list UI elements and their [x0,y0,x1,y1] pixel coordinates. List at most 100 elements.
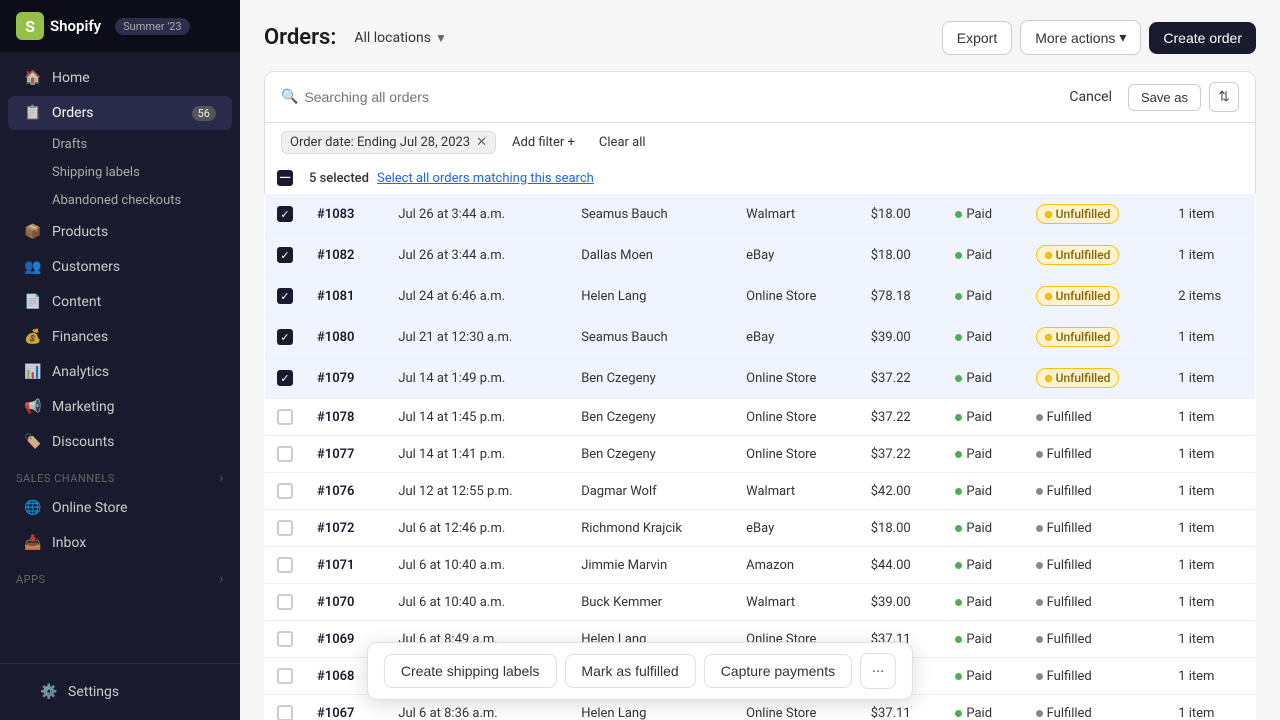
row-checkbox[interactable] [277,409,293,425]
sidebar-item-home[interactable]: 🏠 Home [8,61,232,95]
export-button[interactable]: Export [942,21,1012,55]
sidebar-item-analytics[interactable]: 📊 Analytics [8,355,232,389]
order-number[interactable]: #1079 [317,371,354,386]
order-number[interactable]: #1071 [317,558,354,573]
fulfillment-badge: Unfulfilled [1036,368,1120,388]
row-checkbox[interactable] [277,594,293,610]
sidebar-item-online-store[interactable]: 🌐 Online Store [8,491,232,525]
sidebar-item-orders[interactable]: 📋 Orders 56 [8,96,232,130]
row-checkbox[interactable] [277,446,293,462]
page-content: Orders: All locations ▼ Export More acti… [240,0,1280,720]
sidebar-item-products[interactable]: 📦 Products [8,215,232,249]
order-number[interactable]: #1067 [317,706,354,720]
expand-icon[interactable]: › [219,470,224,486]
row-checkbox[interactable]: ✓ [277,206,293,222]
sort-button[interactable]: ⇅ [1209,82,1239,112]
payment-dot [955,636,962,643]
order-number[interactable]: #1072 [317,521,354,536]
save-as-button[interactable]: Save as [1128,84,1201,111]
sidebar-item-marketing[interactable]: 📢 Marketing [8,390,232,424]
order-items: 1 item [1166,399,1255,436]
search-input[interactable] [304,89,1061,105]
sidebar-item-inbox[interactable]: 📥 Inbox [8,526,232,560]
order-number[interactable]: #1076 [317,484,354,499]
order-channel: Online Store [734,358,859,399]
row-checkbox[interactable] [277,668,293,684]
sidebar-item-customers-label: Customers [52,259,120,275]
sidebar-item-customers[interactable]: 👥 Customers [8,250,232,284]
order-number[interactable]: #1077 [317,447,354,462]
order-date: Jul 12 at 12:55 p.m. [386,473,569,510]
header-actions: Export More actions ▾ Create order [942,20,1256,55]
order-fulfillment: Fulfilled [1024,399,1167,436]
add-filter-button[interactable]: Add filter + [504,132,583,153]
order-date: Jul 14 at 1:41 p.m. [386,436,569,473]
orders-badge: 56 [192,106,216,121]
payment-dot [955,293,962,300]
more-actions-bottom-button[interactable]: ··· [860,653,896,689]
search-actions: Cancel Save as ⇅ [1061,82,1239,112]
row-checkbox[interactable] [277,557,293,573]
fulfilled-dot [1036,488,1043,495]
sidebar-item-home-label: Home [52,70,90,86]
row-checkbox[interactable]: ✓ [277,288,293,304]
sidebar-item-content[interactable]: 📄 Content [8,285,232,319]
order-number[interactable]: #1068 [317,669,354,684]
cancel-button[interactable]: Cancel [1061,85,1120,109]
row-checkbox[interactable]: ✓ [277,329,293,345]
unfulfilled-dot [1045,211,1052,218]
order-items: 1 item [1166,473,1255,510]
date-filter-remove[interactable]: ✕ [476,135,487,150]
order-customer: Helen Lang [569,276,734,317]
order-items: 1 item [1166,317,1255,358]
order-items: 1 item [1166,621,1255,658]
order-items: 1 item [1166,510,1255,547]
order-number[interactable]: #1083 [317,207,354,222]
row-checkbox[interactable]: ✓ [277,247,293,263]
apps-expand-icon[interactable]: › [219,571,224,587]
more-actions-button[interactable]: More actions ▾ [1020,20,1141,55]
sidebar-item-abandoned-checkouts[interactable]: Abandoned checkouts [8,187,232,214]
sidebar-item-finances[interactable]: 💰 Finances [8,320,232,354]
row-checkbox[interactable] [277,631,293,647]
chevron-down-icon: ▼ [435,31,447,45]
fulfilled-dot [1036,599,1043,606]
order-number[interactable]: #1082 [317,248,354,263]
row-checkbox[interactable] [277,520,293,536]
order-fulfillment: Unfulfilled [1024,276,1167,317]
payment-dot [955,414,962,421]
row-checkbox[interactable]: ✓ [277,370,293,386]
order-number[interactable]: #1078 [317,410,354,425]
order-number[interactable]: #1081 [317,289,354,304]
order-channel: eBay [734,510,859,547]
mark-as-fulfilled-button[interactable]: Mark as fulfilled [564,654,695,688]
sidebar-item-drafts[interactable]: Drafts [8,131,232,158]
unfulfilled-dot [1045,293,1052,300]
row-checkbox[interactable] [277,483,293,499]
unfulfilled-dot [1045,252,1052,259]
search-icon: 🔍 [281,89,298,105]
unfulfilled-dot [1045,375,1052,382]
page-title: Orders: [264,25,336,50]
order-items: 1 item [1166,436,1255,473]
home-icon: 🏠 [24,69,42,87]
location-selector[interactable]: All locations ▼ [344,26,457,50]
sidebar-item-discounts[interactable]: 🏷️ Discounts [8,425,232,459]
clear-all-button[interactable]: Clear all [591,132,654,153]
order-number[interactable]: #1069 [317,632,354,647]
create-shipping-labels-button[interactable]: Create shipping labels [384,654,557,688]
select-all-link[interactable]: Select all orders matching this search [377,171,594,186]
order-number[interactable]: #1080 [317,330,354,345]
page-title-area: Orders: All locations ▼ [264,25,457,50]
create-order-button[interactable]: Create order [1149,22,1256,54]
order-date: Jul 6 at 10:40 a.m. [386,584,569,621]
sidebar-item-settings[interactable]: ⚙️ Settings [24,675,216,709]
sidebar: S Shopify Summer '23 🏠 Home 📋 Orders 56 … [0,0,240,720]
sidebar-item-shipping-labels[interactable]: Shipping labels [8,159,232,186]
select-all-checkbox[interactable]: — [277,170,293,186]
payment-dot [955,673,962,680]
order-total: $37.22 [859,399,944,436]
row-checkbox[interactable] [277,705,293,720]
capture-payments-button[interactable]: Capture payments [704,654,852,688]
order-number[interactable]: #1070 [317,595,354,610]
